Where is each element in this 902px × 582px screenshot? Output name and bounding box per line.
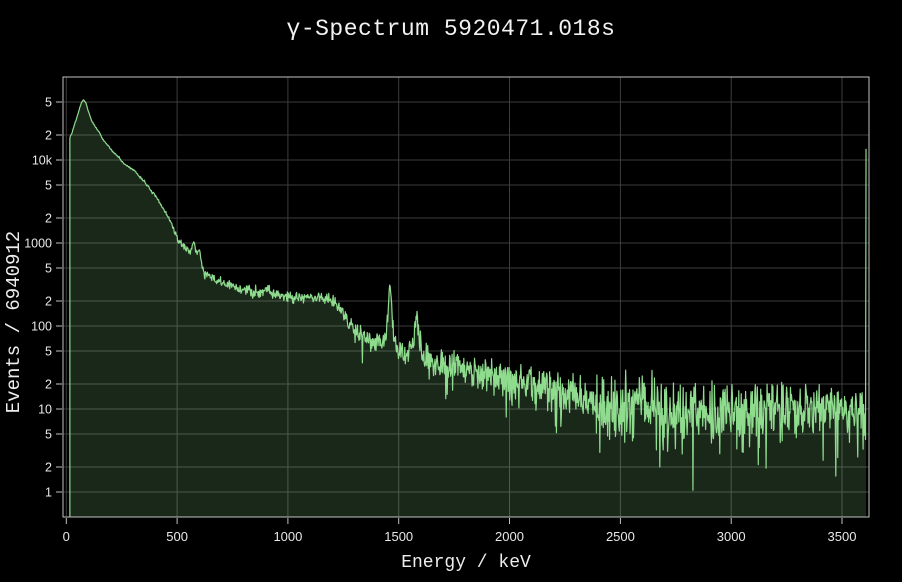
- y-tick-label: 1: [45, 486, 52, 500]
- x-tick-label: 3000: [717, 529, 746, 544]
- x-axis-title: Energy / keV: [63, 553, 869, 573]
- y-tick-label: 2: [45, 212, 52, 226]
- x-tick-label: 2500: [606, 529, 635, 544]
- spectrum-area: [70, 100, 866, 517]
- y-tick-label: 5: [45, 96, 52, 110]
- x-tick-label: 1000: [273, 529, 302, 544]
- y-tick-label: 2: [45, 378, 52, 392]
- y-tick-label: 2: [45, 295, 52, 309]
- y-tick-label: 2: [45, 129, 52, 143]
- y-tick-label: 1000: [24, 237, 52, 251]
- y-tick-label: 10: [38, 403, 52, 417]
- x-tick-label: 500: [166, 529, 188, 544]
- x-tick-label: 2000: [495, 529, 524, 544]
- x-tick-label: 3500: [828, 529, 857, 544]
- y-tick-label: 2: [45, 461, 52, 475]
- y-tick-label: 5: [45, 179, 52, 193]
- y-tick-label: 5: [45, 262, 52, 276]
- x-tick-label: 0: [63, 529, 70, 544]
- y-tick-label: 5: [45, 345, 52, 359]
- x-tick-label: 1500: [384, 529, 413, 544]
- spectrum-window: γ-Spectrum 5920471.018s 0500100015002000…: [0, 0, 902, 582]
- y-tick-label: 5: [45, 428, 52, 442]
- y-axis-title: Events / 6940912: [3, 231, 25, 413]
- spectrum-plot[interactable]: 0 500 1000 1500 2000 2500 3000 3500 1 2 5 10 2 5 100 2 5…: [0, 0, 902, 582]
- y-tick-label: 100: [31, 320, 52, 334]
- y-tick-label: 10k: [32, 154, 53, 168]
